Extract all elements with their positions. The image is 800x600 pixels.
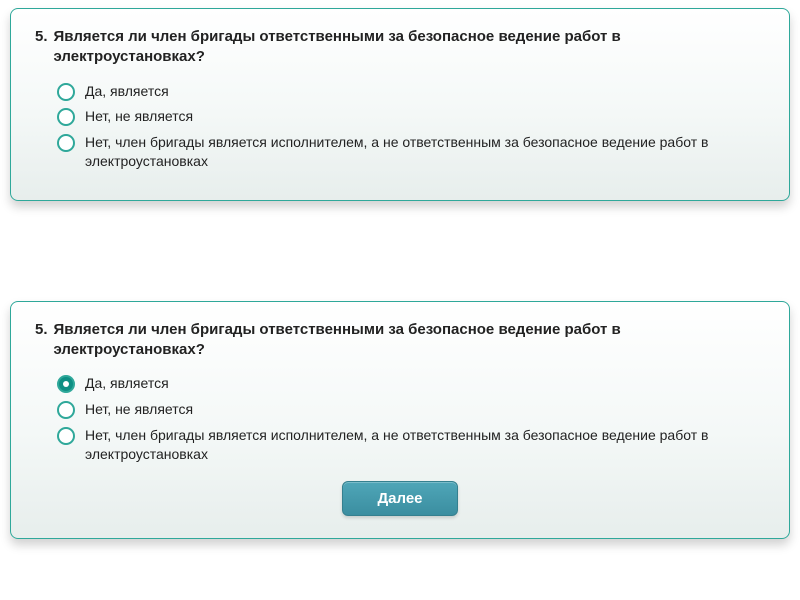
option-label: Нет, не является <box>85 107 193 127</box>
option-2[interactable]: Нет, не является <box>57 107 765 127</box>
option-label: Да, является <box>85 82 169 102</box>
next-button[interactable]: Далее <box>342 481 457 516</box>
question-number: 5. <box>35 27 48 68</box>
options-list: Да, является Нет, не является Нет, член … <box>35 82 765 172</box>
radio-icon <box>57 427 75 445</box>
option-1[interactable]: Да, является <box>57 374 765 394</box>
question-text: 5. Является ли член бригады ответственны… <box>35 320 765 361</box>
question-body: Является ли член бригады ответственными … <box>54 27 765 68</box>
option-label: Нет, член бригады является исполнителем,… <box>85 133 765 172</box>
options-list: Да, является Нет, не является Нет, член … <box>35 374 765 464</box>
radio-icon <box>57 134 75 152</box>
question-text: 5. Является ли член бригады ответственны… <box>35 27 765 68</box>
question-card-2: 5. Является ли член бригады ответственны… <box>10 301 790 539</box>
radio-icon <box>57 108 75 126</box>
option-3[interactable]: Нет, член бригады является исполнителем,… <box>57 426 765 465</box>
option-label: Да, является <box>85 374 169 394</box>
option-3[interactable]: Нет, член бригады является исполнителем,… <box>57 133 765 172</box>
radio-icon <box>57 83 75 101</box>
question-number: 5. <box>35 320 48 361</box>
option-2[interactable]: Нет, не является <box>57 400 765 420</box>
radio-icon-selected <box>57 375 75 393</box>
question-body: Является ли член бригады ответственными … <box>54 320 765 361</box>
radio-icon <box>57 401 75 419</box>
option-1[interactable]: Да, является <box>57 82 765 102</box>
option-label: Нет, не является <box>85 400 193 420</box>
button-row: Далее <box>35 481 765 516</box>
option-label: Нет, член бригады является исполнителем,… <box>85 426 765 465</box>
question-card-1: 5. Является ли член бригады ответственны… <box>10 8 790 201</box>
